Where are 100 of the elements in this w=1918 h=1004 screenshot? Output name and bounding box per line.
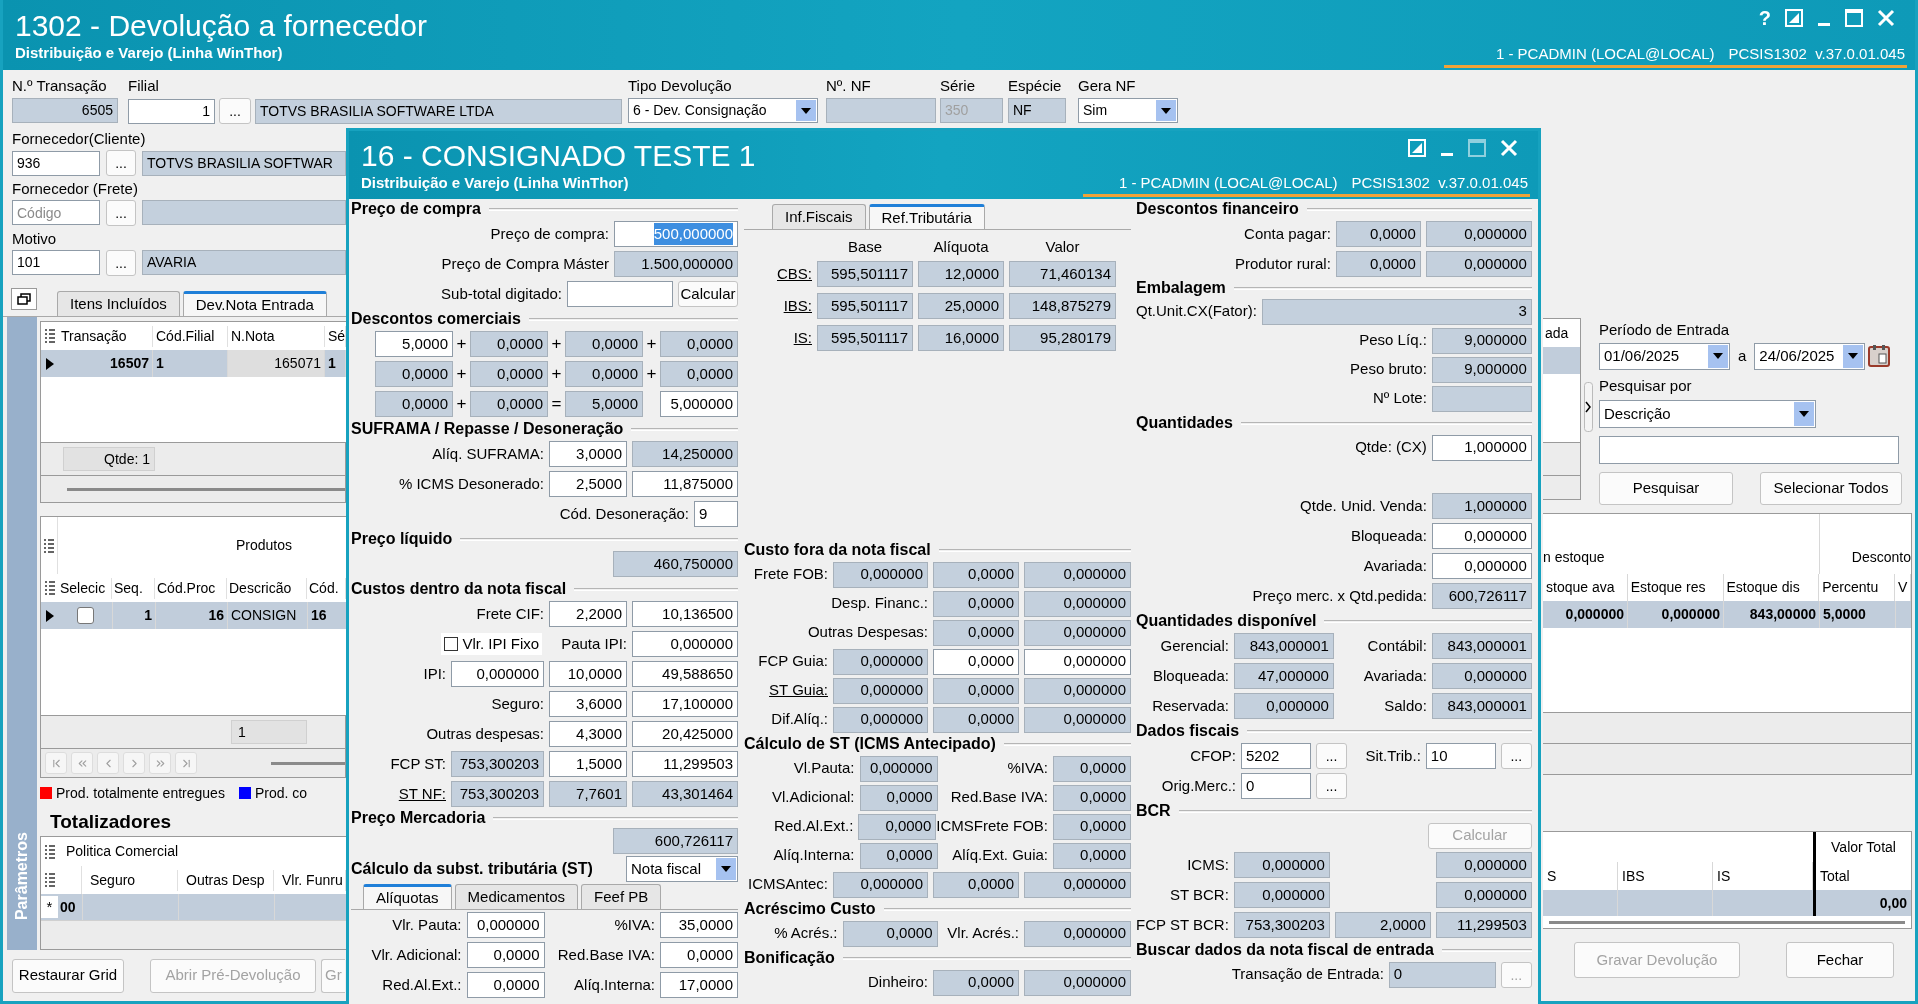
dropdown[interactable]: 01/06/2025 (1599, 342, 1730, 370)
text-field[interactable]: 0,0000 (858, 813, 937, 840)
navigator-button[interactable] (71, 752, 93, 775)
column-header[interactable]: Selecic (58, 577, 112, 599)
text-field[interactable]: 11,299503 (632, 751, 738, 777)
text-field[interactable]: 95,280179 (1009, 325, 1116, 351)
text-field[interactable]: 0,000000 (1233, 882, 1330, 908)
text-field[interactable]: 0 (1388, 961, 1496, 988)
tab[interactable]: Alíquotas (363, 884, 452, 909)
text-field[interactable]: 1,000000 (1431, 493, 1532, 519)
text-field[interactable]: 9 (694, 501, 738, 527)
text-field[interactable]: 2,0000 (1334, 912, 1431, 938)
lookup-button[interactable]: ... (106, 150, 136, 176)
field-link[interactable]: CBS: (777, 262, 812, 286)
text-field[interactable]: 0,0000 (1335, 221, 1421, 247)
text-field[interactable]: 5,000000 (660, 391, 738, 417)
lookup-button[interactable]: ... (106, 199, 136, 226)
text-field[interactable]: 20,425000 (632, 721, 738, 747)
text-field[interactable]: 0,0000 (933, 706, 1019, 733)
text-field[interactable]: 0,000000 (1233, 693, 1334, 719)
text-field[interactable]: 0,000000 (833, 706, 928, 733)
chevron-right-icon[interactable] (1584, 382, 1593, 432)
column-menu-icon[interactable] (44, 844, 55, 859)
text-field[interactable] (1431, 385, 1532, 412)
text-field[interactable]: 5,0000 (565, 391, 643, 417)
text-field[interactable]: 5,0000 (375, 331, 453, 357)
text-field[interactable]: 0,000000 (1024, 706, 1131, 733)
column-header[interactable]: Seguro (82, 869, 178, 891)
lookup-button[interactable]: ... (1500, 743, 1532, 769)
field-link[interactable]: ST Guia: (769, 679, 828, 702)
scrollbar[interactable] (271, 761, 345, 765)
calendar-icon[interactable] (1867, 344, 1892, 368)
text-field[interactable]: 0,000000 (1435, 882, 1532, 908)
text-field[interactable]: 10,0000 (549, 661, 627, 687)
code-field[interactable]: Código (12, 200, 100, 226)
text-field[interactable]: 0,000000 (632, 631, 738, 657)
text-field[interactable]: 0,0000 (375, 361, 453, 387)
text-field[interactable] (826, 98, 936, 123)
text-field[interactable]: 71,460134 (1009, 261, 1116, 287)
column-menu-icon[interactable] (44, 581, 55, 596)
text-field[interactable]: 0,0000 (933, 677, 1019, 704)
field-link[interactable]: ST NF: (398, 782, 446, 806)
text-field[interactable]: 753,300203 (451, 751, 544, 777)
text-field[interactable]: 0,000000 (1431, 663, 1532, 689)
text-field[interactable]: 0,000000 (1431, 523, 1532, 549)
text-field[interactable]: 3 (1261, 298, 1532, 325)
text-field[interactable]: 12,0000 (918, 261, 1004, 287)
text-field[interactable]: 843,000001 (1431, 633, 1532, 659)
text-field[interactable]: 0,000000 (1024, 648, 1131, 675)
column-header[interactable]: Outras Desp (178, 869, 274, 891)
action-button[interactable]: Fechar (1786, 942, 1894, 978)
navigator-button[interactable] (45, 752, 67, 775)
text-field[interactable]: 43,301464 (632, 781, 738, 807)
action-button[interactable]: Calcular (678, 281, 738, 307)
text-field[interactable]: 0,000000 (833, 871, 928, 898)
text-field[interactable]: 11,299503 (1435, 912, 1532, 938)
text-field[interactable]: 595,501117 (817, 325, 913, 351)
text-field[interactable]: 0,0000 (842, 920, 938, 947)
dropdown[interactable]: 24/06/2025 (1754, 342, 1866, 370)
text-field[interactable]: 0,0000 (660, 331, 738, 357)
close-icon[interactable] (1877, 9, 1895, 27)
column-header[interactable]: Seq. (112, 577, 155, 599)
text-field[interactable]: 0,000000 (833, 677, 928, 704)
text-field[interactable]: 0,000000 (1024, 590, 1131, 617)
search-field[interactable] (1599, 436, 1899, 464)
field-link[interactable]: IS: (793, 326, 812, 350)
tab[interactable]: Itens Incluídos (57, 291, 180, 317)
text-field[interactable]: 2,5000 (549, 471, 627, 497)
text-field[interactable]: 25,0000 (918, 293, 1004, 319)
text-field[interactable]: 47,000000 (1233, 663, 1334, 689)
column-menu-icon[interactable] (44, 873, 55, 888)
text-field[interactable]: 1 (128, 98, 215, 124)
text-field[interactable]: 0,000000 (833, 561, 928, 588)
lookup-button[interactable]: ... (106, 249, 136, 276)
text-field[interactable]: 0,0000 (466, 942, 545, 968)
scrollbar[interactable] (1549, 920, 1905, 924)
text-field[interactable]: 0,0000 (1053, 784, 1131, 811)
search-button[interactable]: Selecionar Todos (1760, 472, 1902, 505)
column-header[interactable]: Transação (58, 325, 153, 347)
column-menu-icon[interactable] (44, 538, 54, 553)
search-button[interactable]: Pesquisar (1599, 472, 1733, 505)
text-field[interactable]: 595,501117 (817, 261, 913, 287)
tab[interactable]: Ref.Tributária (868, 204, 985, 229)
text-field[interactable]: 843,000001 (1233, 633, 1334, 659)
text-field[interactable]: 4,3000 (549, 721, 627, 747)
navigator-button[interactable] (175, 752, 197, 775)
text-field[interactable]: 0,000000 (1024, 920, 1131, 947)
text-field[interactable]: 35,0000 (660, 912, 738, 938)
text-field[interactable]: 0,0000 (933, 871, 1019, 898)
text-field[interactable]: 10,136500 (632, 601, 738, 627)
text-field[interactable]: 1.500,000000 (614, 251, 738, 277)
text-field[interactable]: 600,726117 (613, 828, 738, 854)
text-field[interactable]: 0,0000 (933, 969, 1019, 996)
checkbox[interactable] (76, 607, 94, 625)
resize-icon[interactable] (1785, 9, 1803, 27)
tab[interactable]: Feef PB (581, 884, 662, 909)
text-field[interactable]: 17,0000 (660, 972, 738, 998)
text-field[interactable]: 600,726117 (1431, 583, 1532, 609)
text-field[interactable]: 0,0000 (933, 619, 1019, 646)
text-field[interactable]: 148,875279 (1009, 293, 1116, 319)
